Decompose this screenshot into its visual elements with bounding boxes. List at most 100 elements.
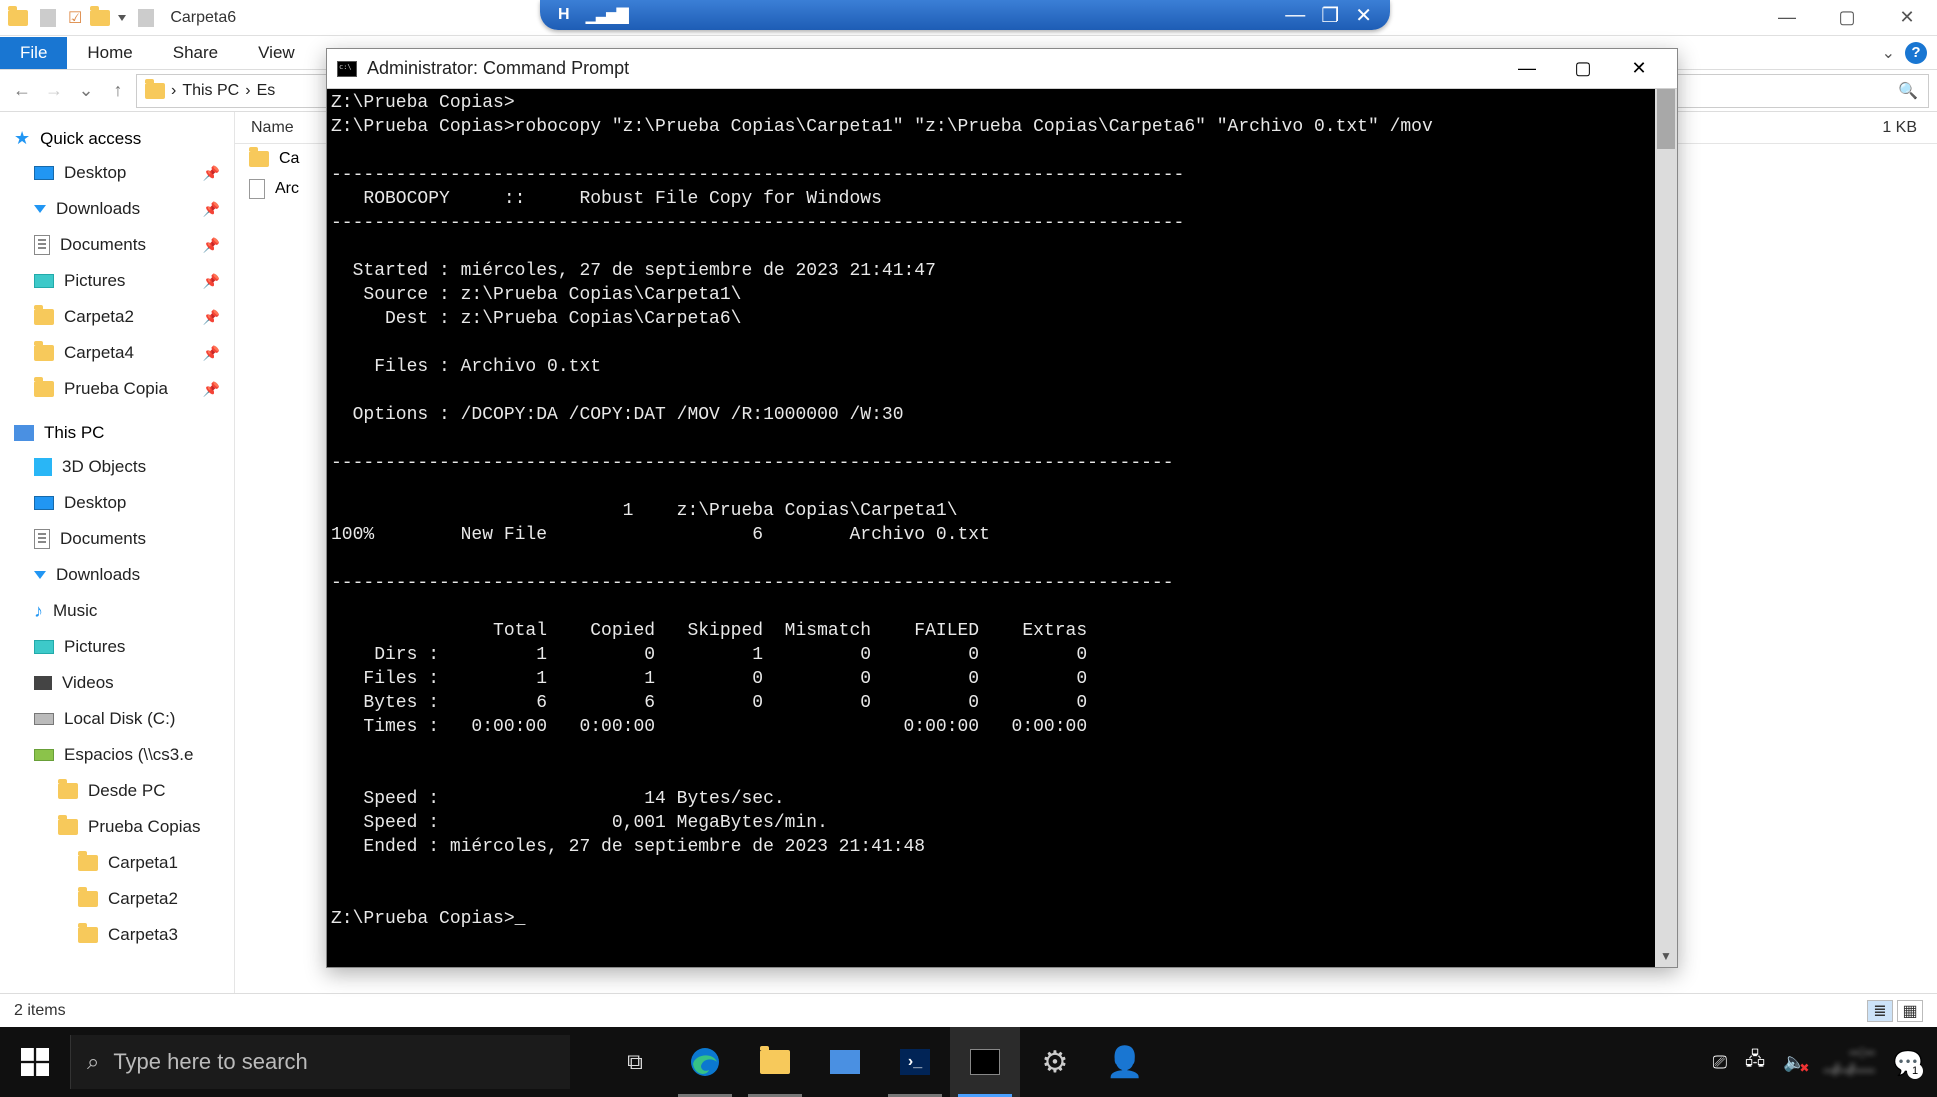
hdd-icon [34, 713, 54, 725]
help-icon[interactable]: ? [1905, 42, 1927, 64]
nav-item[interactable]: Pictures📌 [0, 263, 234, 299]
nav-item[interactable]: Local Disk (C:) [0, 701, 234, 737]
nav-item[interactable]: Documents [0, 521, 234, 557]
scroll-down-icon[interactable]: ▼ [1655, 945, 1677, 967]
taskbar-app2[interactable]: 👤 [1090, 1027, 1160, 1097]
nav-item-label: 3D Objects [62, 457, 146, 477]
app-icon: H [558, 6, 570, 24]
taskbar-search[interactable]: ⌕ Type here to search [70, 1035, 570, 1089]
nav-item[interactable]: Downloads [0, 557, 234, 593]
navigation-pane[interactable]: ★ Quick access Desktop📌Downloads📌Documen… [0, 112, 235, 993]
minimize-button[interactable]: — [1285, 4, 1305, 27]
pin-icon: 📌 [203, 309, 220, 326]
maximize-button[interactable]: ▢ [1817, 0, 1877, 36]
minimize-button[interactable]: — [1499, 49, 1555, 89]
cmd-titlebar[interactable]: Administrator: Command Prompt — ▢ ✕ [327, 49, 1677, 89]
folder-icon [8, 10, 28, 26]
details-view-icon[interactable]: ≣ [1867, 1000, 1893, 1022]
nav-item[interactable]: Carpeta3 [0, 917, 234, 953]
app-icon [830, 1050, 860, 1074]
notifications-button[interactable]: 💬 1 [1893, 1049, 1919, 1075]
nav-item[interactable]: Videos [0, 665, 234, 701]
scroll-thumb[interactable] [1657, 89, 1675, 149]
minimize-button[interactable]: — [1757, 0, 1817, 36]
nav-item[interactable]: Carpeta2📌 [0, 299, 234, 335]
file-name: Arc [275, 180, 299, 198]
chevron-down-icon[interactable] [118, 15, 126, 21]
taskbar-app[interactable] [810, 1027, 880, 1097]
tab-home[interactable]: Home [67, 37, 152, 69]
nav-item[interactable]: Documents📌 [0, 227, 234, 263]
task-view-button[interactable]: ⧉ [600, 1027, 670, 1097]
tab-file[interactable]: File [0, 37, 67, 69]
maximize-button[interactable]: ▢ [1555, 49, 1611, 89]
cmd-output[interactable]: Z:\Prueba Copias> Z:\Prueba Copias>roboc… [327, 89, 1655, 967]
checkbox-icon[interactable]: ☑ [68, 8, 82, 28]
nav-item[interactable]: 3D Objects [0, 449, 234, 485]
down-icon [34, 571, 46, 579]
3d-icon [34, 458, 52, 476]
breadcrumb[interactable]: This PC [182, 82, 239, 100]
nav-item-label: Local Disk (C:) [64, 709, 175, 729]
command-prompt-window[interactable]: Administrator: Command Prompt — ▢ ✕ Z:\P… [326, 48, 1678, 968]
back-button[interactable]: ← [8, 77, 36, 105]
tab-share[interactable]: Share [153, 37, 238, 69]
history-dropdown[interactable]: ⌄ [72, 77, 100, 105]
nav-item[interactable]: Desktop [0, 485, 234, 521]
nav-item[interactable]: ♪Music [0, 593, 234, 629]
nav-item[interactable]: Desde PC [0, 773, 234, 809]
nav-item-label: Pictures [64, 637, 125, 657]
nav-item[interactable]: Carpeta1 [0, 845, 234, 881]
nav-item[interactable]: Carpeta4📌 [0, 335, 234, 371]
network-icon[interactable]: 🖧 [1745, 1047, 1765, 1077]
close-button[interactable]: ✕ [1355, 3, 1372, 28]
taskbar[interactable]: ⌕ Type here to search ⧉ ›_ ⚙ 👤 ⎚ 🖧 🔈✖ --… [0, 1027, 1937, 1097]
folder-icon [78, 891, 98, 907]
gear-icon: ⚙ [1042, 1045, 1069, 1080]
taskbar-powershell[interactable]: ›_ [880, 1027, 950, 1097]
signal-icon: ▁▃▅▇ [586, 5, 627, 25]
scrollbar[interactable]: ▲ ▼ [1655, 89, 1677, 967]
tab-view[interactable]: View [238, 37, 315, 69]
pin-icon: 📌 [203, 345, 220, 362]
this-pc-header[interactable]: This PC [0, 417, 234, 449]
video-icon [34, 676, 52, 690]
breadcrumb[interactable]: Es [257, 82, 276, 100]
taskbar-edge[interactable] [670, 1027, 740, 1097]
close-button[interactable]: ✕ [1611, 49, 1667, 89]
nav-item[interactable]: Prueba Copias [0, 809, 234, 845]
pin-icon: 📌 [203, 165, 220, 182]
cmd-title: Administrator: Command Prompt [367, 58, 629, 79]
cmd-icon [970, 1049, 1000, 1075]
status-bar: 2 items ≣ ▦ [0, 993, 1937, 1027]
nav-item[interactable]: Carpeta2 [0, 881, 234, 917]
taskbar-file-explorer[interactable] [740, 1027, 810, 1097]
chevron-down-icon[interactable]: ⌄ [1882, 43, 1895, 63]
taskbar-cmd[interactable] [950, 1027, 1020, 1097]
down-icon [34, 205, 46, 213]
up-button[interactable]: ↑ [104, 77, 132, 105]
nav-item[interactable]: Desktop📌 [0, 155, 234, 191]
nav-item[interactable]: Prueba Copia📌 [0, 371, 234, 407]
volume-muted-icon[interactable]: 🔈✖ [1783, 1052, 1805, 1073]
tray-icon[interactable]: ⎚ [1713, 1052, 1727, 1073]
forward-button[interactable]: → [40, 77, 68, 105]
column-size[interactable]: 1 KB [1817, 119, 1937, 137]
clock[interactable]: --:----/--/---- [1823, 1044, 1875, 1080]
restore-button[interactable]: ❐ [1321, 3, 1339, 28]
secondary-window-titlebar[interactable]: H ▁▃▅▇ — ❐ ✕ [540, 0, 1390, 30]
pin-icon: 📌 [203, 381, 220, 398]
windows-icon [21, 1048, 49, 1076]
quick-access-header[interactable]: ★ Quick access [0, 122, 234, 155]
start-button[interactable] [0, 1027, 70, 1097]
close-button[interactable]: ✕ [1877, 0, 1937, 36]
nav-item[interactable]: Downloads📌 [0, 191, 234, 227]
taskbar-settings[interactable]: ⚙ [1020, 1027, 1090, 1097]
cmd-body[interactable]: Z:\Prueba Copias> Z:\Prueba Copias>roboc… [327, 89, 1677, 967]
large-icons-view-icon[interactable]: ▦ [1897, 1000, 1923, 1022]
nav-item[interactable]: Pictures [0, 629, 234, 665]
search-placeholder: Type here to search [113, 1049, 307, 1075]
folder-icon [58, 819, 78, 835]
nav-item[interactable]: Espacios (\\cs3.e [0, 737, 234, 773]
system-tray[interactable]: ⎚ 🖧 🔈✖ --:----/--/---- 💬 1 [1695, 1044, 1937, 1080]
